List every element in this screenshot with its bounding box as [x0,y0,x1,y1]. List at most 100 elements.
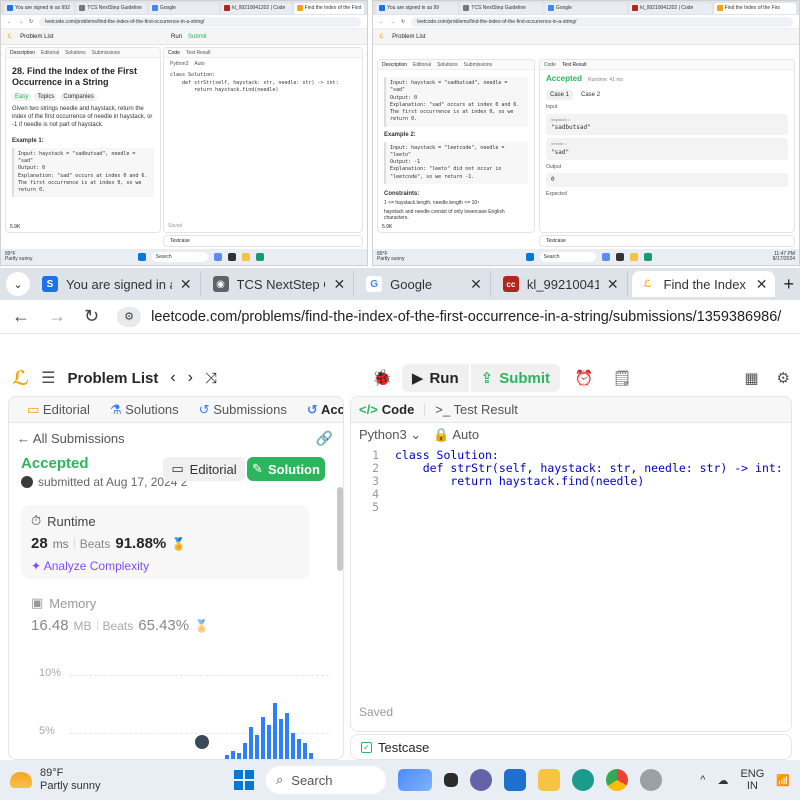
close-tab-icon[interactable]: ✕ [470,276,482,293]
thumb-tab[interactable]: Google [544,2,628,14]
windows-icon[interactable] [137,253,146,261]
leetcode-logo-icon[interactable]: ℒ [7,33,12,40]
prev-problem-icon[interactable]: ‹ [170,369,175,387]
thumb-tab-solutions[interactable]: Solutions [437,62,458,68]
avatar[interactable] [21,476,33,488]
thumb-tag[interactable]: Easy [12,92,32,101]
store-icon[interactable] [504,769,526,791]
testcase-panel[interactable]: ✓ Testcase [350,734,792,760]
back-icon[interactable]: ← [7,19,12,25]
language-select[interactable]: Python3 ⌄ [359,427,421,443]
panel-scrollbar[interactable] [337,487,343,751]
new-tab-button[interactable]: + [783,274,794,295]
editorial-button[interactable]: ▭ Editorial [163,457,245,481]
input-language[interactable]: ENG IN [740,768,764,792]
tab-test-result[interactable]: >_ Test Result [435,402,518,417]
back-icon[interactable]: ← [12,306,30,327]
submit-button[interactable]: ⇪ Submit [470,364,561,392]
thumb-weather[interactable]: 89°F Partly sunny [5,252,33,262]
windows-start-icon[interactable] [234,770,254,790]
forward-icon[interactable]: → [18,19,23,25]
thumb-tab-code[interactable]: Code [544,62,556,68]
forward-icon[interactable]: → [48,306,66,327]
reload-icon[interactable]: ↻ [84,306,99,327]
tray-chevron-icon[interactable]: ^ [700,774,705,786]
browser-tab-active[interactable]: ℒ Find the Index of the Firs ✕ [631,271,776,297]
browser-tab[interactable]: G Google ✕ [358,271,491,297]
thumb-tab-submissions[interactable]: Submissions [464,62,492,68]
thumb-search[interactable]: Search [539,252,596,262]
thumb-case-tab[interactable]: Case 1 [546,89,574,100]
auto-mode-toggle[interactable]: 🔒 Auto [433,427,479,443]
thumb-tab-code[interactable]: Code [168,50,180,56]
leetcode-logo-icon[interactable]: ℒ [12,366,29,391]
thumb-url[interactable]: leetcode.com/problems/find-the-index-of-… [39,16,361,27]
thumb-tab-description[interactable]: Description [10,50,35,56]
analyze-complexity-link[interactable]: ✦ Analyze Complexity [31,559,149,573]
close-tab-icon[interactable]: ✕ [607,276,619,293]
reload-icon[interactable]: ↻ [29,19,33,25]
thumb-url[interactable]: leetcode.com/problems/find-the-index-of-… [411,16,793,27]
taskbar-search[interactable]: ⌕ Search [266,766,386,794]
chrome-icon[interactable] [606,769,628,791]
thumb-weather[interactable]: 89°F Partly sunny [377,252,405,262]
thumb-tab[interactable]: TCS NextStep Guideline [460,2,543,14]
close-tab-icon[interactable]: ✕ [756,276,768,293]
thumb-tab-editorial[interactable]: Editorial [41,50,59,56]
thumb-clock[interactable]: 11:47 PM 8/17/2024 [773,252,795,262]
thumb-tab-result[interactable]: Test Result [186,50,211,56]
url-field[interactable]: ⚙ leetcode.com/problems/find-the-index-o… [117,306,788,327]
thumb-code[interactable]: class Solution: def strStr(self, haystac… [164,70,362,97]
link-icon[interactable]: 🔗 [316,430,333,447]
run-button[interactable]: ▶ Run [401,364,469,392]
tab-editorial[interactable]: ▭ Editorial [27,402,90,418]
thumb-tab-active[interactable]: Find the Index of the First [293,2,365,14]
notes-icon[interactable]: 🗒 [608,364,636,392]
thumb-tab-solutions[interactable]: Solutions [65,50,86,56]
reload-icon[interactable]: ↻ [401,19,405,25]
app-icon[interactable] [601,253,610,261]
problem-list-link[interactable]: Problem List [67,370,158,387]
cloud-icon[interactable]: ☁ [717,774,728,787]
thumb-tab[interactable]: kl_99210041202 | Code [629,2,712,14]
browser-tab[interactable]: ◉ TCS NextStep Guidelines ✕ [205,271,355,297]
memory-card[interactable]: ▣ Memory 16.48 MB Beats 65.43% 🏅 [21,587,309,643]
app-icon[interactable] [227,253,236,261]
thumb-likes[interactable]: 5.9K [382,224,392,230]
windows-icon[interactable] [525,253,534,261]
thumb-problem-list[interactable]: Problem List [20,34,53,40]
runtime-card[interactable]: ⏱ Runtime 28 ms Beats 91.88% 🏅 ✦ Analyze … [21,505,309,579]
weather-widget[interactable]: 89°F Partly sunny [10,767,101,793]
wifi-icon[interactable]: 📶 [776,774,790,787]
thumb-testcase[interactable]: Testcase [163,235,363,247]
forward-icon[interactable]: → [390,19,395,25]
thumb-tab-description[interactable]: Description [382,62,407,68]
tab-code[interactable]: </> Code [359,402,414,417]
folder-icon[interactable] [241,253,250,261]
thumb-tab[interactable]: kl_99210041202 | Code [221,2,292,14]
thumb-run[interactable]: Run [171,34,182,40]
thumb-tab-submissions[interactable]: Submissions [92,50,120,56]
site-info-icon[interactable]: ⚙ [117,306,142,327]
chat-icon[interactable] [470,769,492,791]
thumb-testcase[interactable]: Testcase [539,235,795,247]
browser-tab[interactable]: S You are signed in as 9921 ✕ [34,271,201,297]
settings-gear-icon[interactable] [640,769,662,791]
layout-icon[interactable]: ▦ [744,369,758,387]
leetcode-logo-icon[interactable]: ℒ [379,33,384,40]
all-submissions-link[interactable]: ← All Submissions [17,431,125,446]
scrollbar-thumb[interactable] [337,487,343,571]
browser-tab[interactable]: cc kl_99210041202 | CodeC ✕ [495,271,628,297]
chrome-icon[interactable] [255,253,264,261]
thumb-tab-active[interactable]: Find the Index of the Firs [713,2,797,14]
thumb-problem-list[interactable]: Problem List [392,34,425,40]
post-solution-button[interactable]: ✎ Solution [247,457,325,481]
chrome-icon[interactable] [643,253,652,261]
back-icon[interactable]: ← [379,19,384,25]
thumb-tab-editorial[interactable]: Editorial [413,62,431,68]
thumb-tag[interactable]: Topics [34,92,58,101]
task-view-icon[interactable] [444,773,458,787]
folder-icon[interactable] [629,253,638,261]
thumb-tab[interactable]: You are signed in as 992 [4,2,75,14]
thumb-submit[interactable]: Submit [188,34,207,40]
